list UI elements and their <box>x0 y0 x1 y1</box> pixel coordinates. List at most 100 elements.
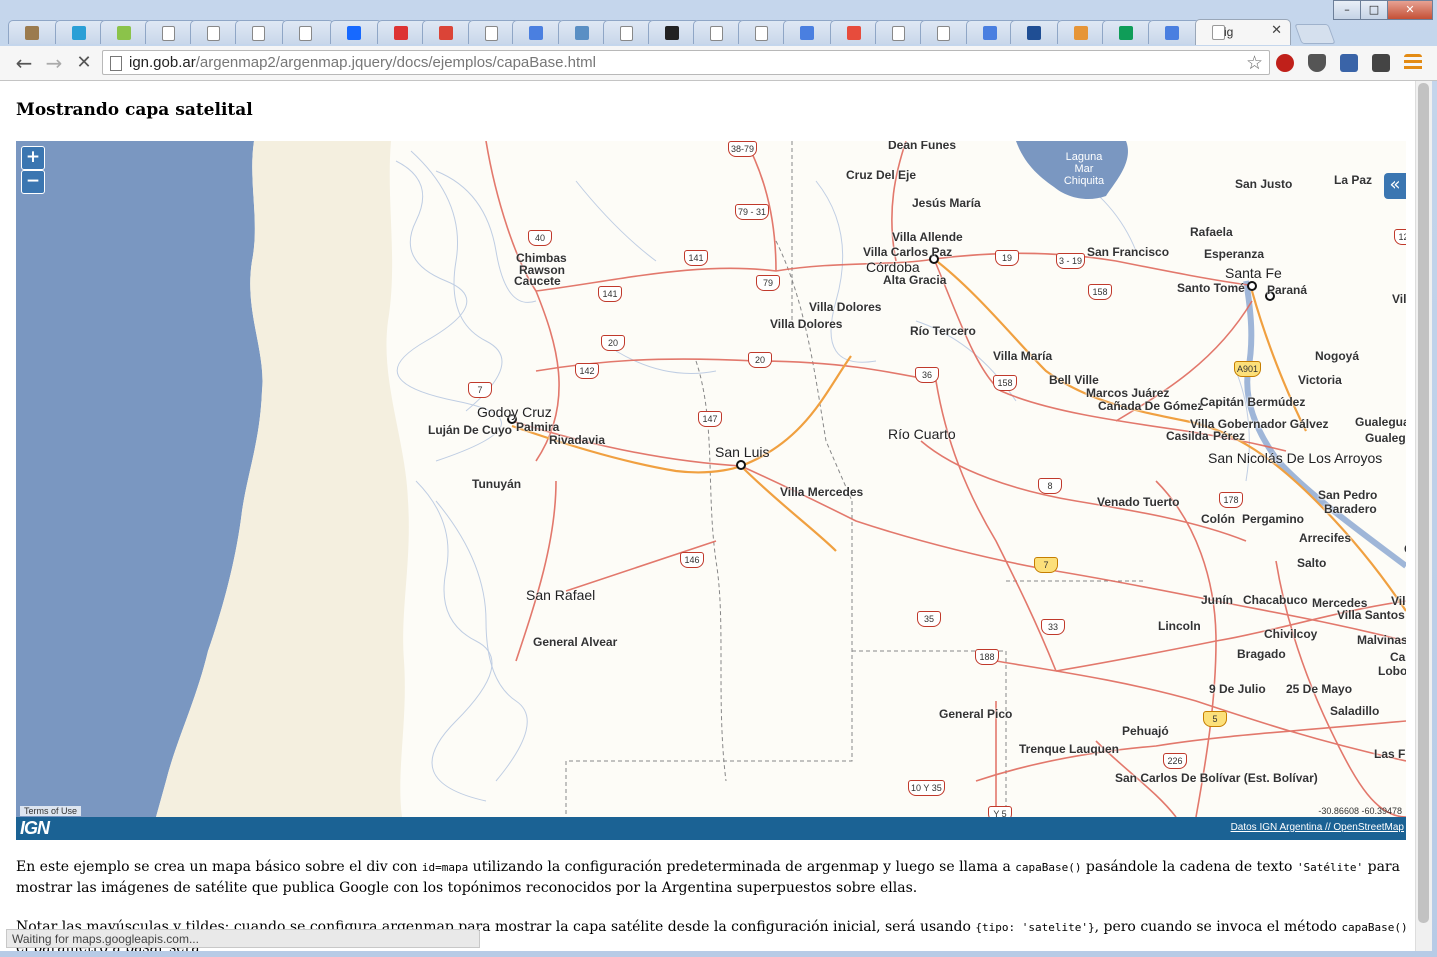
place-label: Paraná <box>1267 283 1308 297</box>
route-shield: 226 <box>1163 753 1187 769</box>
maximize-button[interactable]: □ <box>1360 0 1388 20</box>
map[interactable]: Dean Funes Cruz Del Eje Jesús María Villa A… <box>16 141 1406 817</box>
route-shield: 19 <box>995 250 1019 266</box>
back-icon[interactable]: ← <box>12 51 36 75</box>
place-label: Casilda <box>1166 429 1209 443</box>
folder-icon[interactable] <box>1372 54 1390 72</box>
sync-icon <box>394 26 408 40</box>
route-shield: 35 <box>917 611 941 627</box>
place-label: Santa Fe <box>1225 265 1282 281</box>
url-path: /argenmap2/argenmap.jquery/docs/ejemplos… <box>195 54 596 71</box>
route-shield: 20 <box>601 335 625 351</box>
place-label: Trenque Lauquen <box>1019 742 1120 756</box>
stop-icon[interactable]: ✕ <box>72 51 96 75</box>
place-label: Cam <box>1404 542 1406 556</box>
page-icon <box>162 26 175 41</box>
route-shield: 5 <box>1203 711 1227 727</box>
data-credits-link[interactable]: Datos IGN Argentina // OpenStreetMap <box>1231 822 1404 833</box>
google-icon <box>1165 26 1179 40</box>
layer-switcher-toggle[interactable]: « <box>1384 173 1406 199</box>
bookmark-manager-icon[interactable] <box>1340 54 1358 72</box>
place-label: Alta Gracia <box>883 273 947 287</box>
minimize-button[interactable]: – <box>1333 0 1361 20</box>
zoom-out-button[interactable]: − <box>21 170 45 194</box>
place-label: San Francisco <box>1087 245 1170 259</box>
place-label: General Pico <box>939 707 1013 721</box>
place-label: General Alvear <box>533 635 618 649</box>
place-label: Villa Carlos Paz <box>863 245 953 259</box>
vertical-scrollbar[interactable] <box>1415 81 1432 951</box>
place-label: San Carlos De Bolívar (Est. Bolívar) <box>1115 771 1318 785</box>
route-shield: 10 Y 35 <box>908 780 945 796</box>
place-label: Nogoyá <box>1315 349 1360 363</box>
menu-icon[interactable] <box>1404 54 1422 72</box>
route-shield: A901 <box>1234 361 1262 377</box>
browser-tab[interactable] <box>1102 20 1154 44</box>
route-shield: 158 <box>1088 284 1112 300</box>
ship-icon <box>575 26 589 40</box>
place-label: Laguna Mar Chiquita <box>1063 151 1105 187</box>
place-label: Bell Ville <box>1049 373 1099 387</box>
place-label: Villa Gobernador Gálvez <box>1190 417 1329 431</box>
browser-tab[interactable] <box>920 20 972 44</box>
place-label: Junín <box>1201 593 1233 607</box>
adblock-icon[interactable] <box>1276 54 1294 72</box>
cp-icon <box>72 26 86 40</box>
place-label: Rafaela <box>1190 225 1233 239</box>
place-label: Venado Tuerto <box>1097 495 1180 509</box>
place-label: Godoy Cruz <box>477 404 552 420</box>
description-paragraph: En este ejemplo se crea un mapa básico s… <box>16 857 1408 898</box>
close-window-button[interactable]: ✕ <box>1387 0 1433 20</box>
forward-icon[interactable]: → <box>42 51 66 75</box>
place-label: Villa Dolores <box>770 317 843 331</box>
browser-tab[interactable] <box>783 20 835 44</box>
address-bar[interactable]: ign.gob.ar/argenmap2/argenmap.jquery/doc… <box>102 50 1270 75</box>
place-label: Colón <box>1201 512 1235 526</box>
place-label: Pehuajó <box>1122 724 1169 738</box>
place-label: Cruz Del Eje <box>846 168 917 182</box>
code-span: capaBase() <box>1015 861 1082 874</box>
place-label: Baradero <box>1324 502 1377 516</box>
active-tab-title: ig <box>1224 25 1234 39</box>
zoom-in-button[interactable]: + <box>21 146 45 170</box>
new-tab-button[interactable] <box>1294 24 1336 44</box>
place-label: San Justo <box>1235 177 1293 191</box>
ign-attribution-bar: IGN Datos IGN Argentina // OpenStreetMap <box>16 817 1406 840</box>
page-icon <box>207 26 220 41</box>
place-label: Cañada De Gómez <box>1098 399 1204 413</box>
place-label: Tunuyán <box>472 477 522 491</box>
place-label: Santo Tomé <box>1177 281 1245 295</box>
close-tab-icon[interactable]: ✕ <box>1271 23 1282 38</box>
active-tab[interactable]: ig ✕ <box>1195 19 1291 45</box>
browser-tab[interactable] <box>1148 20 1200 44</box>
google-icon <box>529 26 543 40</box>
green-icon <box>117 26 131 40</box>
browser-tab[interactable] <box>422 20 474 44</box>
google-icon <box>983 26 997 40</box>
place-label: Villa Allende <box>892 230 963 244</box>
route-shield: 3 - 19 <box>1056 253 1086 269</box>
bookmark-star-icon[interactable]: ☆ <box>1246 52 1263 74</box>
text-span: , pero cuando se invoca el método <box>1094 919 1342 935</box>
place-label: Gualeguay <box>1365 431 1406 445</box>
route-shield: 79 - 31 <box>735 204 770 220</box>
browser-tab[interactable] <box>8 20 60 44</box>
page-icon <box>710 26 723 41</box>
t-icon <box>847 26 861 40</box>
place-label: Villa Dolores <box>809 300 882 314</box>
web-page: Mostrando capa satelital Dean Funes Cruz… <box>0 81 1415 951</box>
browser-tab[interactable] <box>1010 20 1062 44</box>
place-label: Capitán Bermúdez <box>1200 395 1306 409</box>
browser-tab[interactable] <box>235 20 287 44</box>
place-label: Cañu <box>1390 650 1406 664</box>
browser-tab[interactable] <box>282 20 334 44</box>
pocket-icon[interactable] <box>1308 54 1326 72</box>
place-label: Salto <box>1297 556 1327 570</box>
url-text[interactable]: ign.gob.ar/argenmap2/argenmap.jquery/doc… <box>129 54 596 71</box>
browser-tab[interactable] <box>330 20 382 44</box>
scrollbar-thumb[interactable] <box>1418 83 1429 923</box>
route-shield: 158 <box>993 375 1017 391</box>
terms-of-use-link[interactable]: Terms of Use <box>20 806 82 816</box>
browser-tab[interactable] <box>512 20 564 44</box>
place-label: Pergamino <box>1242 512 1305 526</box>
